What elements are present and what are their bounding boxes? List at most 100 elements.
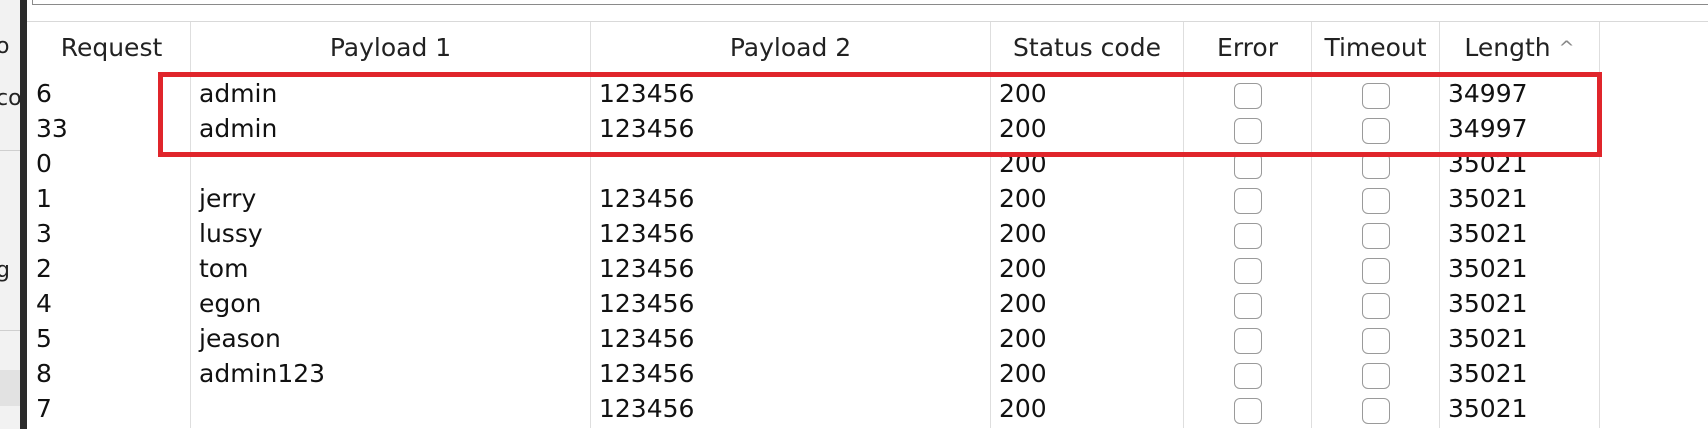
request-cell: 0 xyxy=(33,145,191,183)
length-cell: 35021 xyxy=(1440,215,1600,253)
table-header: Request Payload 1 Payload 2 Status code … xyxy=(33,22,1708,73)
column-header-label: Status code xyxy=(1013,33,1161,62)
column-header-length[interactable]: Length ^ xyxy=(1440,22,1600,73)
status-cell: 200 xyxy=(991,110,1184,148)
timeout-checkbox[interactable] xyxy=(1362,398,1390,424)
table-row[interactable]: 0 200 35021 xyxy=(33,145,1708,183)
length-cell: 34997 xyxy=(1440,75,1600,113)
timeout-checkbox[interactable] xyxy=(1362,118,1390,144)
payload2-cell: 123456 xyxy=(591,110,991,148)
left-panel-fragment: g xyxy=(0,258,10,283)
column-header-error[interactable]: Error xyxy=(1184,22,1312,73)
payload1-cell: tom xyxy=(191,250,591,288)
error-checkbox[interactable] xyxy=(1234,258,1262,284)
payload2-cell: 123456 xyxy=(591,215,991,253)
timeout-checkbox[interactable] xyxy=(1362,153,1390,179)
payload1-cell: jerry xyxy=(191,180,591,218)
length-cell: 35021 xyxy=(1440,180,1600,218)
error-cell xyxy=(1184,75,1312,113)
payload2-cell: 123456 xyxy=(591,285,991,323)
error-checkbox[interactable] xyxy=(1234,83,1262,109)
column-header-status-code[interactable]: Status code xyxy=(991,22,1184,73)
table-row[interactable]: 5 jeason 123456 200 35021 xyxy=(33,320,1708,358)
timeout-checkbox[interactable] xyxy=(1362,328,1390,354)
table-row[interactable]: 1 jerry 123456 200 35021 xyxy=(33,180,1708,218)
error-cell xyxy=(1184,110,1312,148)
table-row[interactable]: 7 123456 200 35021 xyxy=(33,390,1708,428)
payload1-cell: admin xyxy=(191,75,591,113)
error-cell xyxy=(1184,285,1312,323)
error-checkbox[interactable] xyxy=(1234,223,1262,249)
status-cell: 200 xyxy=(991,320,1184,358)
status-cell: 200 xyxy=(991,145,1184,183)
error-checkbox[interactable] xyxy=(1234,188,1262,214)
column-header-payload1[interactable]: Payload 1 xyxy=(191,22,591,73)
error-cell xyxy=(1184,355,1312,393)
column-header-label: Request xyxy=(60,33,163,62)
table-row[interactable]: 33 admin 123456 200 34997 xyxy=(33,110,1708,148)
column-header-label: Timeout xyxy=(1324,33,1427,62)
request-cell: 6 xyxy=(33,75,191,113)
payload2-cell: 123456 xyxy=(591,180,991,218)
table-row[interactable]: 3 lussy 123456 200 35021 xyxy=(33,215,1708,253)
error-cell xyxy=(1184,215,1312,253)
request-cell: 5 xyxy=(33,320,191,358)
timeout-checkbox[interactable] xyxy=(1362,258,1390,284)
left-panel-divider xyxy=(0,150,20,151)
timeout-cell xyxy=(1312,355,1440,393)
left-panel: o co g xyxy=(0,0,20,429)
error-checkbox[interactable] xyxy=(1234,328,1262,354)
status-cell: 200 xyxy=(991,285,1184,323)
timeout-checkbox[interactable] xyxy=(1362,223,1390,249)
timeout-checkbox[interactable] xyxy=(1362,83,1390,109)
request-cell: 1 xyxy=(33,180,191,218)
column-header-timeout[interactable]: Timeout xyxy=(1312,22,1440,73)
timeout-cell xyxy=(1312,75,1440,113)
payload2-cell: 123456 xyxy=(591,75,991,113)
table-row[interactable]: 8 admin123 123456 200 35021 xyxy=(33,355,1708,393)
splitter-bar[interactable] xyxy=(20,0,27,429)
column-header-request[interactable]: Request xyxy=(33,22,191,73)
length-cell: 35021 xyxy=(1440,250,1600,288)
status-cell: 200 xyxy=(991,355,1184,393)
payload1-cell: admin xyxy=(191,110,591,148)
length-cell: 35021 xyxy=(1440,355,1600,393)
error-checkbox[interactable] xyxy=(1234,118,1262,144)
payload2-cell: 123456 xyxy=(591,250,991,288)
left-panel-selected-item[interactable] xyxy=(0,370,20,406)
payload1-cell xyxy=(191,390,591,428)
length-cell: 34997 xyxy=(1440,110,1600,148)
timeout-checkbox[interactable] xyxy=(1362,293,1390,319)
error-checkbox[interactable] xyxy=(1234,363,1262,389)
column-header-label: Length xyxy=(1464,33,1551,62)
status-cell: 200 xyxy=(991,75,1184,113)
payload1-cell: admin123 xyxy=(191,355,591,393)
error-checkbox[interactable] xyxy=(1234,293,1262,319)
payload2-cell: 123456 xyxy=(591,320,991,358)
error-checkbox[interactable] xyxy=(1234,398,1262,424)
filter-input[interactable] xyxy=(32,0,1708,5)
length-cell: 35021 xyxy=(1440,285,1600,323)
table-row[interactable]: 2 tom 123456 200 35021 xyxy=(33,250,1708,288)
payload2-cell: 123456 xyxy=(591,390,991,428)
column-header-label: Error xyxy=(1217,33,1278,62)
timeout-cell xyxy=(1312,250,1440,288)
results-table: Request Payload 1 Payload 2 Status code … xyxy=(33,22,1708,429)
error-cell xyxy=(1184,145,1312,183)
column-header-label: Payload 1 xyxy=(329,33,452,62)
table-row[interactable]: 4 egon 123456 200 35021 xyxy=(33,285,1708,323)
timeout-checkbox[interactable] xyxy=(1362,363,1390,389)
table-row[interactable]: 6 admin 123456 200 34997 xyxy=(33,75,1708,113)
timeout-cell xyxy=(1312,110,1440,148)
timeout-cell xyxy=(1312,215,1440,253)
payload1-cell: lussy xyxy=(191,215,591,253)
error-cell xyxy=(1184,320,1312,358)
column-header-payload2[interactable]: Payload 2 xyxy=(591,22,991,73)
left-panel-divider xyxy=(0,330,20,331)
left-panel-fragment: co xyxy=(0,86,20,111)
chevron-up-icon: ^ xyxy=(1558,37,1575,59)
timeout-checkbox[interactable] xyxy=(1362,188,1390,214)
left-panel-fragment: o xyxy=(0,34,10,59)
error-checkbox[interactable] xyxy=(1234,153,1262,179)
request-cell: 3 xyxy=(33,215,191,253)
